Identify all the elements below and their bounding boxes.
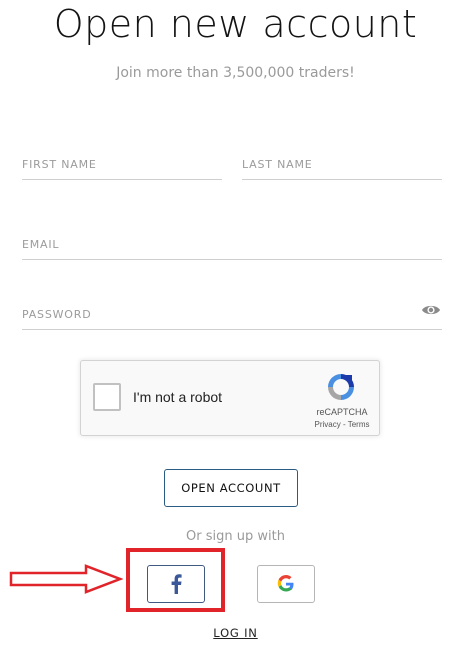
password-input[interactable] — [22, 300, 402, 329]
password-field[interactable] — [22, 300, 442, 330]
recaptcha-label: I'm not a robot — [133, 389, 223, 405]
recaptcha-checkbox[interactable] — [93, 383, 121, 411]
page-subtitle: Join more than 3,500,000 traders! — [116, 65, 355, 81]
last-name-input[interactable] — [242, 150, 442, 179]
first-name-field[interactable] — [22, 150, 222, 180]
red-arrow-annotation — [9, 564, 123, 594]
eye-icon[interactable] — [421, 303, 441, 317]
page-title: Open new account — [53, 2, 418, 46]
login-link[interactable]: LOG IN — [0, 626, 471, 640]
facebook-button[interactable] — [147, 565, 205, 603]
open-account-button[interactable]: OPEN ACCOUNT — [164, 469, 298, 507]
recaptcha-widget: I'm not a robot reCAPTCHA Privacy - Term… — [80, 360, 380, 436]
email-input[interactable] — [22, 230, 442, 259]
or-sign-up-text: Or sign up with — [186, 529, 285, 544]
recaptcha-brand: reCAPTCHA — [316, 407, 368, 417]
first-name-input[interactable] — [22, 150, 222, 179]
recaptcha-privacy-terms-link[interactable]: Privacy - Terms — [307, 420, 377, 429]
google-button[interactable] — [257, 565, 315, 603]
google-icon — [277, 575, 294, 592]
email-field[interactable] — [22, 230, 442, 260]
last-name-field[interactable] — [242, 150, 442, 180]
facebook-icon — [171, 574, 182, 594]
recaptcha-logo-icon — [328, 374, 354, 400]
